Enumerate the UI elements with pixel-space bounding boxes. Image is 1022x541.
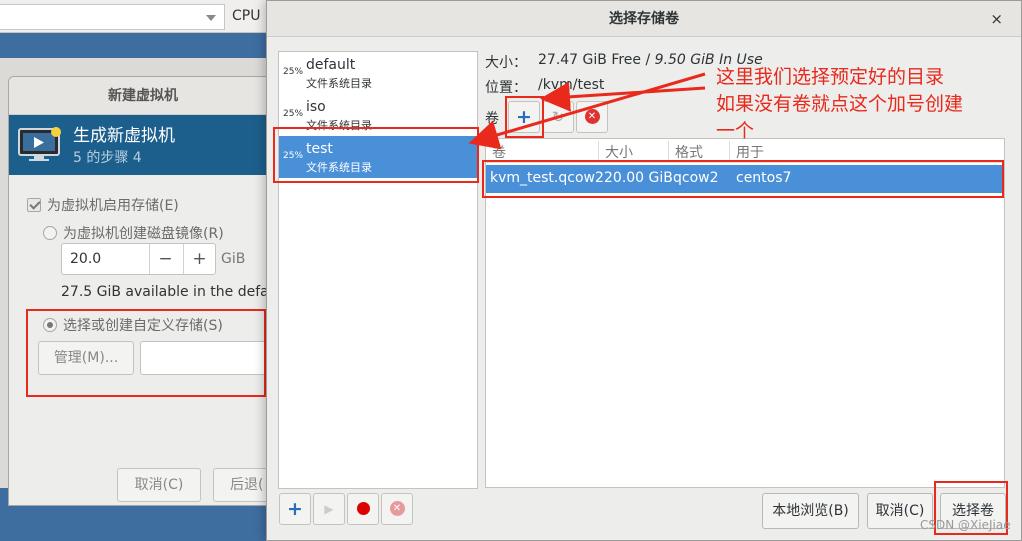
storage-pool-list: 25% default 文件系统目录 25% iso 文件系统目录 25% te… bbox=[278, 51, 478, 489]
enable-storage-label: 为虚拟机启用存储(E) bbox=[47, 198, 179, 214]
radio-icon bbox=[43, 226, 57, 240]
pool-name: iso bbox=[306, 99, 326, 115]
annotation-note-2: 如果没有卷就点这个加号创建 bbox=[716, 93, 964, 115]
add-icon: + bbox=[287, 498, 303, 520]
annotation-box-add-button bbox=[505, 96, 544, 138]
browse-local-button[interactable]: 本地浏览(B) bbox=[762, 493, 859, 529]
cpu-column-header: CPU bbox=[232, 8, 261, 24]
delete-icon: ✕ bbox=[389, 501, 405, 516]
delete-volume-button[interactable]: ✕ bbox=[576, 101, 608, 133]
wizard-banner: 生成新虚拟机 5 的步骤 4 bbox=[9, 115, 297, 175]
wizard-cancel-button[interactable]: 取消(C) bbox=[117, 468, 201, 502]
enable-storage-checkbox[interactable]: 为虚拟机启用存储(E) bbox=[27, 195, 179, 215]
pool-name: default bbox=[306, 57, 356, 73]
increment-button[interactable]: + bbox=[183, 244, 215, 274]
pool-usage-percent: 25% bbox=[283, 67, 304, 77]
pool-type: 文件系统目录 bbox=[306, 77, 372, 90]
main-window-toolbar: CPU bbox=[0, 0, 270, 33]
dialog-title: 选择存储卷 bbox=[267, 1, 1021, 37]
delete-icon: ✕ bbox=[584, 109, 600, 124]
disk-size-value: 20.0 bbox=[70, 251, 102, 267]
column-header-used-by[interactable]: 用于 bbox=[736, 142, 764, 162]
add-pool-button[interactable]: + bbox=[279, 493, 311, 525]
wizard-banner-title: 生成新虚拟机 bbox=[73, 126, 175, 146]
pool-usage-percent: 25% bbox=[283, 109, 304, 119]
size-free: 27.47 GiB Free / bbox=[538, 52, 655, 68]
refresh-icon: ↻ bbox=[551, 108, 565, 126]
new-vm-wizard: 新建虚拟机 生成新虚拟机 5 的步骤 4 为虚拟机启用存储(E) 为虚拟机创建磁… bbox=[8, 76, 298, 506]
start-pool-button[interactable]: ▶ bbox=[313, 493, 345, 525]
checkbox-checked-icon bbox=[27, 198, 41, 212]
close-icon[interactable]: × bbox=[990, 10, 1003, 28]
vm-monitor-icon bbox=[18, 127, 61, 161]
pool-item-default[interactable]: 25% default 文件系统目录 bbox=[279, 52, 477, 94]
annotation-box-custom-storage bbox=[26, 309, 266, 397]
wizard-step-indicator: 5 的步骤 4 bbox=[73, 150, 142, 166]
available-space-text: 27.5 GiB available in the default bbox=[61, 284, 287, 300]
decrement-button[interactable]: − bbox=[149, 244, 181, 274]
create-disk-image-radio[interactable]: 为虚拟机创建磁盘镜像(R) bbox=[43, 223, 224, 243]
refresh-volumes-button[interactable]: ↻ bbox=[542, 101, 574, 133]
volumes-label: 卷 bbox=[485, 111, 499, 127]
annotation-note-3: 一个 bbox=[716, 120, 755, 142]
wizard-title: 新建虚拟机 bbox=[9, 77, 297, 115]
view-select[interactable] bbox=[0, 4, 225, 30]
disk-size-unit: GiB bbox=[221, 251, 246, 267]
column-header-format[interactable]: 格式 bbox=[675, 142, 703, 162]
chevron-down-icon bbox=[206, 15, 216, 21]
size-label: 大小： bbox=[485, 55, 527, 71]
watermark: CSDN @XieJiae bbox=[920, 518, 1011, 532]
annotation-box-pool bbox=[273, 127, 479, 183]
location-value: /kvm/test bbox=[538, 77, 605, 93]
annotation-note-1: 这里我们选择预定好的目录 bbox=[716, 66, 945, 88]
delete-pool-button[interactable]: ✕ bbox=[381, 493, 413, 525]
column-header-size[interactable]: 大小 bbox=[605, 142, 633, 162]
disk-size-stepper[interactable]: 20.0 − + bbox=[61, 243, 216, 275]
annotation-box-volume-row bbox=[482, 160, 1004, 198]
location-label: 位置： bbox=[485, 80, 527, 96]
create-disk-image-label: 为虚拟机创建磁盘镜像(R) bbox=[63, 226, 224, 242]
play-icon: ▶ bbox=[324, 502, 334, 516]
record-icon bbox=[356, 502, 370, 515]
stop-pool-button[interactable] bbox=[347, 493, 379, 525]
column-header-volume[interactable]: 卷 bbox=[492, 142, 506, 162]
